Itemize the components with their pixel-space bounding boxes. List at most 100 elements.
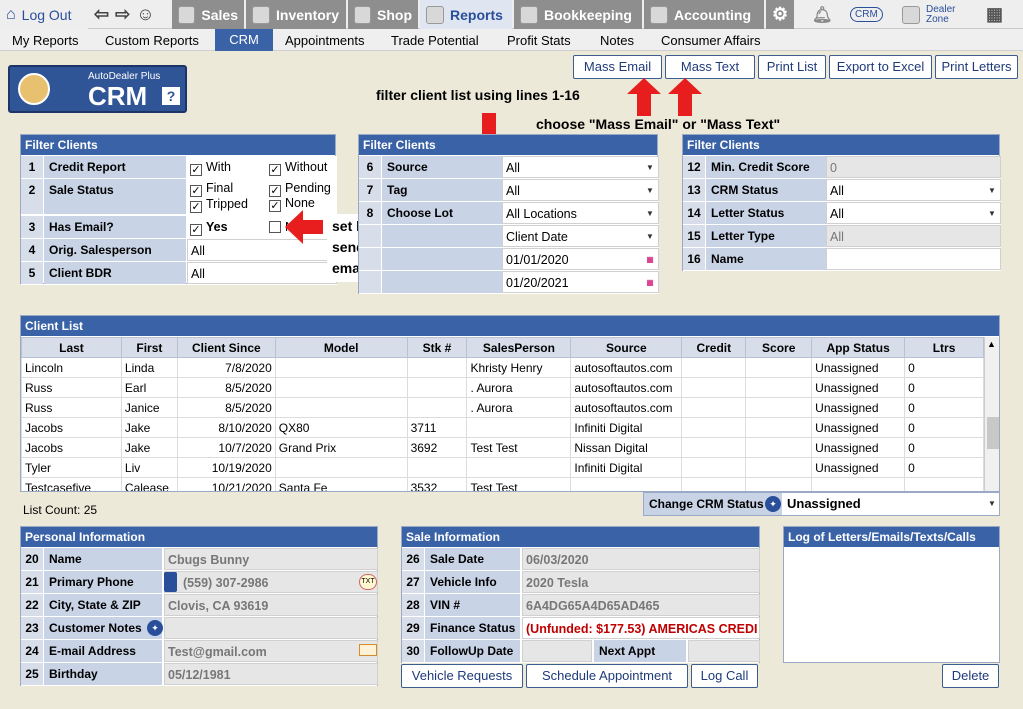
chevron-down-icon[interactable]: ▼ — [984, 180, 1000, 200]
chevron-down-icon[interactable]: ▼ — [984, 493, 1000, 515]
source-select[interactable]: All ▼ — [502, 156, 659, 178]
table-row[interactable]: Lincoln Linda 7/8/2020 Khristy Henry autosof… — [21, 357, 984, 378]
next-appt-value[interactable] — [688, 640, 760, 662]
client-list-scrollbar[interactable]: ▲ — [984, 337, 999, 491]
column-header[interactable]: Source — [570, 337, 683, 358]
column-header[interactable]: Stk # — [406, 337, 468, 358]
personal-value[interactable]: Clovis, CA 93619 — [164, 594, 378, 616]
start-date-input[interactable]: 01/01/2020 ▦ — [502, 248, 659, 270]
schedule-appointment-button[interactable]: Schedule Appointment — [526, 664, 688, 688]
column-header[interactable]: Credit — [681, 337, 747, 358]
back-forward-icons[interactable]: ⇦ ⇨ ☺ — [88, 0, 168, 29]
personal-value[interactable]: 05/12/1981 — [164, 663, 378, 685]
with-checkbox[interactable]: ✓ With — [190, 160, 231, 176]
column-header[interactable]: Ltrs — [904, 337, 984, 358]
subnav-notes[interactable]: Notes — [600, 33, 634, 48]
personal-value[interactable]: (559) 307-2986 — [164, 571, 378, 593]
chevron-down-icon[interactable]: ▼ — [642, 180, 658, 200]
chevron-down-icon[interactable]: ▼ — [984, 203, 1000, 223]
column-header[interactable]: Last — [21, 337, 122, 358]
letter-status-select[interactable]: All ▼ — [826, 202, 1001, 224]
end-date-input[interactable]: 01/20/2021 ▦ — [502, 271, 659, 293]
export-excel-button[interactable]: Export to Excel — [829, 55, 932, 79]
forward-arrow-icon[interactable]: ⇨ — [115, 4, 130, 25]
nav-bookkeeping[interactable]: Bookkeeping — [514, 0, 642, 29]
scroll-thumb[interactable] — [987, 417, 999, 449]
column-header[interactable]: SalesPerson — [466, 337, 572, 358]
subnav-profit-stats[interactable]: Profit Stats — [507, 33, 571, 48]
mass-text-button[interactable]: Mass Text — [665, 55, 755, 79]
pending-checkbox[interactable]: ✓ Pending — [269, 181, 331, 197]
table-row[interactable]: Jacobs Jake 10/7/2020 Grand Prix 3692 Test Te… — [21, 437, 984, 458]
subnav-crm[interactable]: CRM — [215, 29, 273, 51]
nav-accounting[interactable]: Accounting — [644, 0, 764, 29]
log-call-button[interactable]: Log Call — [691, 664, 758, 688]
notes-info-icon[interactable]: ✦ — [147, 620, 163, 636]
column-header[interactable]: Score — [745, 337, 813, 358]
phone-icon[interactable] — [164, 572, 177, 592]
subnav-consumer-affairs[interactable]: Consumer Affairs — [661, 33, 760, 48]
personal-value[interactable]: Test@gmail.com — [164, 640, 378, 662]
logout-button[interactable]: ⌂ Log Out — [0, 0, 88, 29]
lot-select[interactable]: All Locations ▼ — [502, 202, 659, 224]
subnav-trade-potential[interactable]: Trade Potential — [391, 33, 479, 48]
client-bdr-select[interactable]: All — [187, 262, 337, 284]
calculator-button[interactable]: ▦ — [980, 0, 1010, 29]
sale-value[interactable]: 06/03/2020 — [522, 548, 760, 570]
vehicle-requests-button[interactable]: Vehicle Requests — [401, 664, 523, 688]
subnav-custom-reports[interactable]: Custom Reports — [105, 33, 199, 48]
subnav-appointments[interactable]: Appointments — [285, 33, 365, 48]
has-email-yes-checkbox[interactable]: ✓ Yes — [190, 220, 228, 236]
column-header[interactable]: Model — [274, 337, 408, 358]
dealer-zone-button[interactable]: Dealer Zone — [896, 0, 976, 29]
orig-salesperson-select[interactable]: All — [187, 239, 337, 261]
crm-status-select[interactable]: All ▼ — [826, 179, 1001, 201]
nav-sales[interactable]: Sales — [172, 0, 244, 29]
table-row[interactable]: Tyler Liv 10/19/2020 Infiniti Digital Unassi… — [21, 457, 984, 478]
nav-reports[interactable]: Reports — [420, 0, 512, 29]
chevron-down-icon[interactable]: ▼ — [642, 203, 658, 223]
personal-value[interactable]: Cbugs Bunny — [164, 548, 378, 570]
date-type-select[interactable]: Client Date ▼ — [502, 225, 659, 247]
notifications-button[interactable]: 🔔︎ — [806, 0, 836, 29]
text-message-icon[interactable]: TXT — [359, 574, 377, 590]
sale-value[interactable]: 6A4DG65A4D65AD465 — [522, 594, 760, 616]
crm-cloud-button[interactable]: CRM — [844, 0, 884, 29]
table-row[interactable]: Russ Earl 8/5/2020 . Aurora autosoftautos.co… — [21, 377, 984, 398]
mass-email-button[interactable]: Mass Email — [573, 55, 662, 79]
sale-value[interactable]: (Unfunded: $177.53) AMERICAS CREDI — [522, 617, 760, 639]
settings-button[interactable]: ⚙ — [766, 0, 794, 29]
scroll-up-icon[interactable]: ▲ — [987, 339, 996, 349]
letter-type-select[interactable]: All — [826, 225, 1001, 247]
calendar-icon[interactable]: ▦ — [642, 272, 658, 292]
calendar-icon[interactable]: ▦ — [642, 249, 658, 269]
column-header[interactable]: App Status — [811, 337, 906, 358]
personal-value[interactable] — [164, 617, 378, 639]
table-row[interactable]: Jacobs Jake 8/10/2020 QX80 3711 Infiniti Digi… — [21, 417, 984, 438]
print-list-button[interactable]: Print List — [758, 55, 826, 79]
sale-value[interactable]: 2020 Tesla — [522, 571, 760, 593]
table-row[interactable]: Testcasefive Calease 10/21/2020 Santa Fe 353… — [21, 477, 984, 491]
min-credit-score-input[interactable]: 0 — [826, 156, 1001, 178]
nav-inventory[interactable]: Inventory — [246, 0, 346, 29]
table-row[interactable]: Russ Janice 8/5/2020 . Aurora autosoftautos.… — [21, 397, 984, 418]
help-button[interactable]: ? — [162, 87, 180, 105]
column-header[interactable]: First — [120, 337, 178, 358]
chevron-down-icon[interactable]: ▼ — [642, 157, 658, 177]
info-icon[interactable]: ✦ — [765, 496, 781, 512]
column-header[interactable]: Client Since — [176, 337, 276, 358]
subnav-my-reports[interactable]: My Reports — [12, 33, 78, 48]
name-input[interactable] — [826, 248, 1001, 270]
delete-button[interactable]: Delete — [942, 664, 999, 688]
email-envelope-icon[interactable] — [359, 644, 377, 656]
tag-select[interactable]: All ▼ — [502, 179, 659, 201]
back-arrow-icon[interactable]: ⇦ — [94, 4, 109, 25]
print-letters-button[interactable]: Print Letters — [935, 55, 1018, 79]
without-checkbox[interactable]: ✓ Without — [269, 156, 327, 178]
user-face-icon[interactable]: ☺ — [136, 4, 154, 25]
people-icon — [18, 73, 50, 105]
nav-shop[interactable]: Shop — [348, 0, 418, 29]
crm-status-change-select[interactable]: Unassigned ▼ — [784, 493, 1000, 515]
sale-value[interactable] — [522, 640, 592, 662]
chevron-down-icon[interactable]: ▼ — [642, 226, 658, 246]
